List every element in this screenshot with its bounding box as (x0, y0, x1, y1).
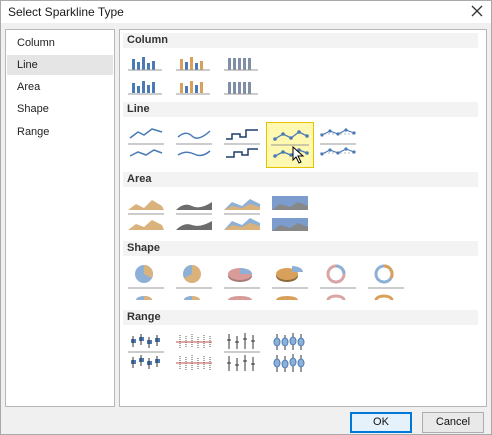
range-thumb-4[interactable] (268, 330, 312, 376)
sparkline-category-list: Column Line Area Shape Range (5, 29, 115, 407)
pie-sparkline-icon (176, 265, 212, 300)
line-sparkline-icon (176, 130, 212, 157)
box-plot-sparkline-icon (273, 333, 305, 372)
shape-thumb-3[interactable] (220, 260, 264, 306)
area-sparkline-icon (128, 200, 164, 230)
area-thumb-2[interactable] (172, 190, 216, 236)
line-thumb-5[interactable] (316, 120, 360, 166)
sparkline-gallery: Column Line Area Shape Range (119, 29, 487, 407)
ok-button[interactable]: OK (350, 412, 412, 433)
nav-item-area[interactable]: Area (7, 77, 113, 97)
line-thumb-4-selected[interactable] (266, 122, 314, 168)
nav-item-range[interactable]: Range (7, 122, 113, 142)
range-thumb-3[interactable] (220, 330, 264, 376)
area-thumb-4[interactable] (268, 190, 312, 236)
shape-thumb-5[interactable] (316, 260, 360, 306)
donut-sparkline-icon (320, 264, 356, 301)
shape-thumb-6[interactable] (364, 260, 408, 306)
line-markers-sparkline-icon (320, 128, 356, 156)
step-line-sparkline-icon (224, 129, 260, 158)
shape-thumb-1[interactable] (124, 260, 168, 306)
range-thumb-1[interactable] (124, 330, 168, 376)
nav-item-shape[interactable]: Shape (7, 99, 113, 119)
section-title-column: Column (123, 33, 478, 48)
nav-item-line[interactable]: Line (7, 55, 113, 75)
section-title-line: Line (123, 102, 478, 117)
mouse-pointer-icon (292, 146, 305, 164)
shape-thumb-4[interactable] (268, 260, 312, 306)
range-sparkline-icon (176, 334, 212, 370)
shape-thumb-2[interactable] (172, 260, 216, 306)
area-thumb-1[interactable] (124, 190, 168, 236)
exploded-pie-sparkline-icon (272, 266, 308, 300)
range-sparkline-icon (224, 333, 260, 371)
dialog-title: Select Sparkline Type (8, 5, 124, 19)
line-thumb-3[interactable] (220, 120, 264, 166)
column-sparkline-icon (176, 57, 210, 95)
section-title-shape: Shape (123, 241, 478, 256)
line-thumb-1[interactable] (124, 120, 168, 166)
column-thumb-3[interactable] (220, 52, 264, 98)
area-thumb-3[interactable] (220, 190, 264, 236)
range-area-sparkline-icon (272, 196, 308, 231)
section-title-area: Area (123, 172, 478, 187)
nav-item-column[interactable]: Column (7, 33, 113, 53)
range-sparkline-icon (128, 334, 164, 369)
area-sparkline-icon (176, 202, 212, 230)
line-markers-sparkline-icon (271, 130, 309, 158)
column-sparkline-icon (224, 58, 258, 95)
select-sparkline-type-dialog: Select Sparkline Type Column Line Area S… (0, 0, 492, 435)
stacked-area-sparkline-icon (224, 199, 260, 230)
close-icon[interactable] (469, 3, 485, 19)
pie-sparkline-icon (128, 265, 164, 300)
cancel-button[interactable]: Cancel (422, 412, 484, 433)
section-title-range: Range (123, 310, 478, 325)
column-thumb-1[interactable] (124, 52, 168, 98)
line-thumb-2[interactable] (172, 120, 216, 166)
donut-sparkline-icon (368, 264, 404, 301)
column-sparkline-icon (128, 57, 162, 95)
range-thumb-2[interactable] (172, 330, 216, 376)
line-sparkline-icon (128, 128, 164, 157)
title-bar: Select Sparkline Type (1, 1, 491, 23)
3d-pie-sparkline-icon (224, 268, 260, 300)
column-thumb-2[interactable] (172, 52, 216, 98)
